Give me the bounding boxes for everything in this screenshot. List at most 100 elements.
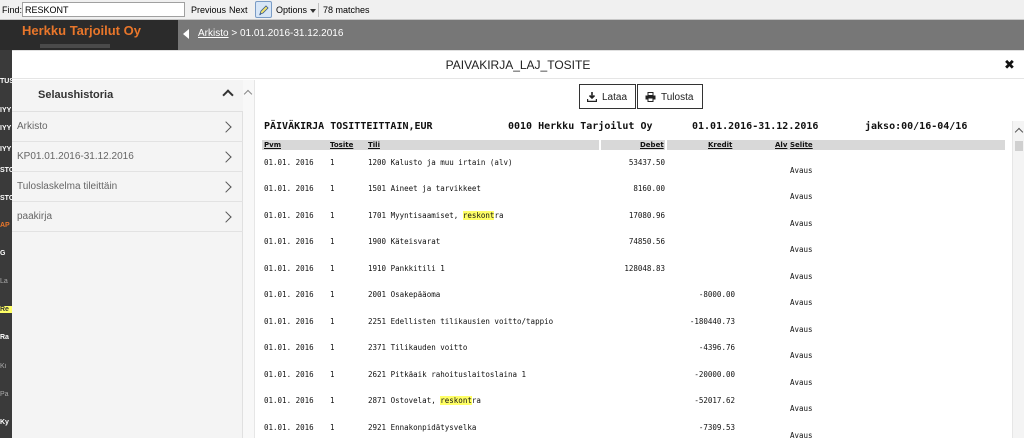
bg-fragment: AP [0, 222, 10, 229]
column-headers: Pvm Tosite Tili Debet Kredit Alv Selite [262, 140, 1007, 150]
bg-fragment: Ki [0, 363, 7, 370]
close-icon[interactable]: ✖ [1004, 58, 1015, 73]
table-row: 01.01. 2016 1 1200 Kalusto ja muu irtain (… [262, 158, 1007, 182]
cell-selite: Avaus [790, 166, 813, 175]
load-button[interactable]: Lataa [579, 84, 636, 109]
col-kredit[interactable]: Kredit [708, 140, 732, 150]
app-header: Arkisto > 01.01.2016-31.12.2016 [178, 20, 1024, 50]
find-input[interactable] [22, 2, 185, 17]
bg-fragment: IYY [0, 125, 12, 132]
history-sidebar: Selaushistoria Arkisto KP01.01.2016-31.1… [12, 80, 243, 438]
col-tosite[interactable]: Tosite [330, 140, 353, 150]
col-tili[interactable]: Tili [368, 140, 380, 150]
cell-tili-text: ra [471, 396, 481, 405]
cell-tili: 1701 Myyntisaamiset, reskontra [368, 211, 503, 220]
cell-pvm: 01.01. 2016 [264, 184, 314, 193]
cell-pvm: 01.01. 2016 [264, 317, 314, 326]
chevron-up-icon[interactable] [222, 89, 234, 101]
cell-tosite: 1 [330, 343, 335, 352]
report-period: 01.01.2016-31.12.2016 [692, 121, 819, 132]
load-button-label: Lataa [602, 92, 628, 103]
history-header[interactable]: Selaushistoria [12, 80, 243, 112]
bg-fragment: Pa [0, 391, 9, 398]
bg-fragment: IYY [0, 146, 12, 153]
cell-tili: 1910 Pankkitili 1 [368, 264, 445, 273]
history-item-arkisto[interactable]: Arkisto [12, 112, 243, 142]
cell-debet: 8160.00 [633, 184, 665, 193]
report-jakso: jakso:00/16-04/16 [865, 121, 968, 132]
cell-debet: 17080.96 [628, 211, 665, 220]
cell-selite: Avaus [790, 192, 813, 201]
find-next-button[interactable]: Next [229, 5, 248, 15]
find-options-button[interactable]: Options [276, 5, 317, 15]
cell-tili: 2621 Pitkäaik rahoituslaitoslaina 1 [368, 370, 527, 379]
cell-tili-text: 2871 Ostovelat, [368, 396, 441, 405]
cell-pvm: 01.01. 2016 [264, 396, 314, 405]
brand-underline [40, 44, 110, 48]
col-debet[interactable]: Debet [640, 140, 664, 150]
cell-tili: 1900 Käteisvarat [368, 237, 441, 246]
table-row: 01.01. 2016 1 2251 Edellisten tilikausien … [262, 317, 1007, 341]
back-arrow-icon[interactable] [183, 29, 189, 39]
col-selite[interactable]: Selite [790, 140, 813, 150]
highlighter-pen-icon [259, 5, 269, 16]
scroll-up-icon[interactable] [1014, 127, 1024, 137]
modal-title: PAIVAKIRJA_LAJ_TOSITE [445, 58, 591, 72]
history-item-tuloslaskelma[interactable]: Tuloslaskelma tileittäin [12, 172, 243, 202]
cell-pvm: 01.01. 2016 [264, 211, 314, 220]
history-item-paakirja[interactable]: paakirja [12, 202, 243, 232]
sidebar-scrollbar[interactable] [243, 80, 255, 438]
col-pvm[interactable]: Pvm [264, 140, 281, 150]
report-company: 0010 Herkku Tarjoilut Oy [508, 121, 653, 132]
find-previous-button[interactable]: Previous [191, 5, 226, 15]
breadcrumb-current: > 01.01.2016-31.12.2016 [228, 28, 344, 39]
col-alv[interactable]: Alv [775, 140, 787, 150]
cell-tosite: 1 [330, 396, 335, 405]
bg-fragment: La [0, 278, 8, 285]
cell-pvm: 01.01. 2016 [264, 264, 314, 273]
cell-kredit: -52017.62 [694, 396, 735, 405]
print-button[interactable]: Tulosta [637, 84, 703, 109]
printer-icon [645, 92, 656, 102]
bg-fragment: Ra [0, 334, 9, 341]
bg-fragment: Ky [0, 419, 9, 426]
scroll-thumb[interactable] [1015, 141, 1023, 151]
breadcrumb-link-archive[interactable]: Arkisto [198, 28, 229, 39]
cell-selite: Avaus [790, 219, 813, 228]
table-row: 01.01. 2016 1 2921 Ennakonpidätysvelka -730… [262, 423, 1007, 438]
breadcrumb: Arkisto > 01.01.2016-31.12.2016 [198, 28, 343, 39]
cell-tosite: 1 [330, 184, 335, 193]
cell-tili: 1200 Kalusto ja muu irtain (alv) [368, 158, 513, 167]
modal-header: PAIVAKIRJA_LAJ_TOSITE ✖ [12, 51, 1024, 79]
cell-kredit: -20000.00 [694, 370, 735, 379]
cell-tosite: 1 [330, 211, 335, 220]
bg-fragment: TUS [0, 78, 12, 85]
scroll-up-icon[interactable] [243, 89, 253, 99]
cell-debet: 74850.56 [628, 237, 665, 246]
table-row: 01.01. 2016 1 1900 Käteisvarat 74850.56 Avau… [262, 237, 1007, 261]
cell-kredit: -180440.73 [689, 317, 735, 326]
print-button-label: Tulosta [661, 92, 694, 103]
history-item-label: Arkisto [17, 121, 48, 132]
cell-selite: Avaus [790, 245, 813, 254]
cell-kredit: -4396.76 [698, 343, 735, 352]
history-item-kp[interactable]: KP01.01.2016-31.12.2016 [12, 142, 243, 172]
highlight-all-button[interactable] [255, 1, 272, 18]
cell-tosite: 1 [330, 237, 335, 246]
cell-pvm: 01.01. 2016 [264, 158, 314, 167]
report-title: PÄIVÄKIRJA TOSITTEITTAIN,EUR [264, 121, 433, 132]
chevron-right-icon [220, 121, 232, 133]
cell-pvm: 01.01. 2016 [264, 370, 314, 379]
cell-tili-text: 1701 Myyntisaamiset, [368, 211, 463, 220]
history-title: Selaushistoria [38, 89, 114, 101]
cell-pvm: 01.01. 2016 [264, 423, 314, 432]
find-divider [318, 3, 319, 17]
cell-tili-text: ra [494, 211, 504, 220]
cell-tili: 2871 Ostovelat, reskontra [368, 396, 481, 405]
find-options-label: Options [276, 5, 308, 15]
table-row: 01.01. 2016 1 1501 Aineet ja tarvikkeet 816… [262, 184, 1007, 208]
report-scrollbar[interactable] [1012, 121, 1024, 438]
history-item-label: paakirja [17, 211, 53, 222]
bg-fragment: STO [0, 195, 12, 202]
history-item-label: Tuloslaskelma tileittäin [17, 181, 118, 192]
